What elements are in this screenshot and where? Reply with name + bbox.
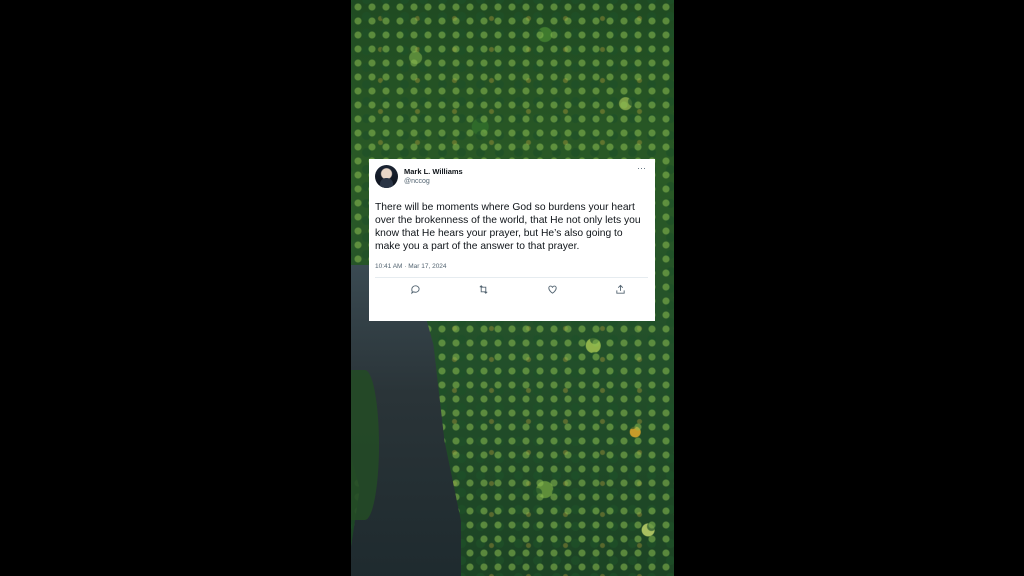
retweet-icon[interactable] bbox=[476, 282, 490, 296]
shore-background-image bbox=[351, 370, 379, 520]
like-icon[interactable] bbox=[545, 282, 559, 296]
more-options-button[interactable]: ··· bbox=[637, 163, 646, 173]
author-name[interactable]: Mark L. Williams bbox=[404, 167, 463, 176]
share-icon[interactable] bbox=[613, 282, 627, 296]
tweet-actions bbox=[375, 278, 648, 300]
tweet-header: Mark L. Williams @nccog ··· bbox=[375, 163, 648, 191]
tweet-timestamp[interactable]: 10:41 AM · Mar 17, 2024 bbox=[375, 263, 648, 270]
reply-icon[interactable] bbox=[408, 282, 422, 296]
avatar[interactable] bbox=[375, 165, 398, 188]
tweet-text: There will be moments where God so burde… bbox=[375, 202, 641, 252]
video-player-stage: Mark L. Williams @nccog ··· There will b… bbox=[0, 0, 1024, 576]
tweet-card: Mark L. Williams @nccog ··· There will b… bbox=[369, 159, 655, 321]
author-handle[interactable]: @nccog bbox=[404, 178, 430, 185]
